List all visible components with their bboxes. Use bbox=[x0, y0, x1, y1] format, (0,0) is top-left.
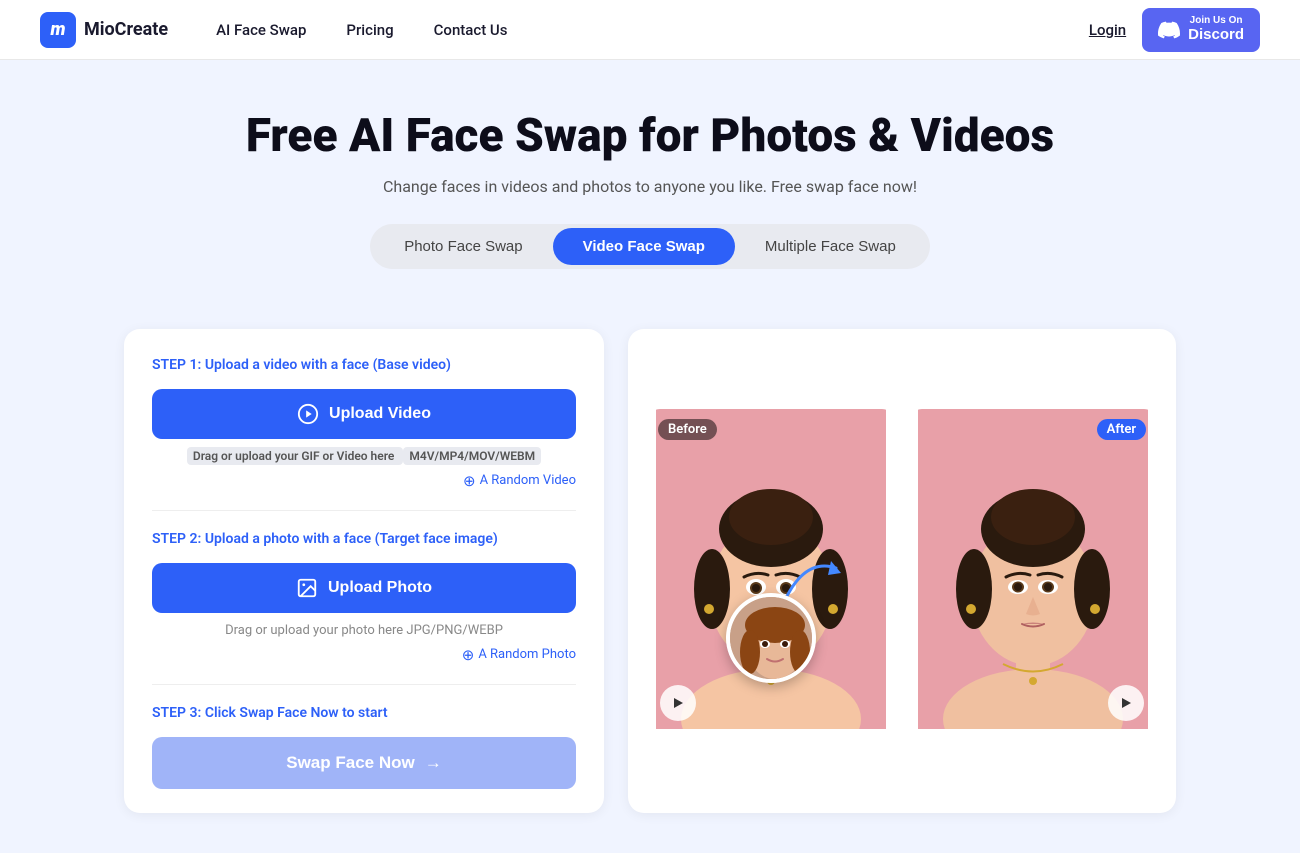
login-link[interactable]: Login bbox=[1089, 21, 1126, 39]
random-photo-link[interactable]: ⊕ A Random Photo bbox=[152, 646, 576, 664]
upload-photo-button[interactable]: Upload Photo bbox=[152, 563, 576, 613]
upload-video-label: Upload Video bbox=[329, 405, 431, 423]
upload-video-button[interactable]: Upload Video bbox=[152, 389, 576, 439]
step2-text: Upload a photo with a face (Target face … bbox=[205, 531, 498, 547]
before-image-card: Before bbox=[648, 409, 894, 733]
play-button-before[interactable] bbox=[660, 685, 696, 721]
swap-overlay-inner bbox=[726, 593, 816, 683]
step1-prefix: STEP 1: bbox=[152, 357, 201, 373]
drag-text-photo: Drag or upload your photo here JPG/PNG/W… bbox=[152, 623, 576, 638]
before-badge: Before bbox=[658, 419, 717, 440]
small-face-circle bbox=[726, 593, 816, 683]
step2-label: STEP 2: Upload a photo with a face (Targ… bbox=[152, 531, 576, 547]
random-video-icon: ⊕ bbox=[463, 472, 476, 490]
nav-ai-face-swap[interactable]: AI Face Swap bbox=[216, 21, 306, 39]
tab-photo-face-swap[interactable]: Photo Face Swap bbox=[374, 228, 552, 265]
random-video-label: A Random Video bbox=[480, 473, 576, 488]
swap-btn-label: Swap Face Now bbox=[286, 753, 414, 773]
after-image-card: After bbox=[910, 409, 1156, 733]
main-nav: AI Face Swap Pricing Contact Us bbox=[216, 21, 1089, 39]
drag-text-prefix: Drag or upload your GIF or Video here bbox=[187, 447, 403, 465]
right-panel: Before bbox=[628, 329, 1176, 813]
random-photo-icon: ⊕ bbox=[462, 646, 475, 664]
step3-label: STEP 3: Click Swap Face Now to start bbox=[152, 705, 576, 721]
logo-text: MioCreate bbox=[84, 19, 168, 40]
tabs-row: Photo Face Swap Video Face Swap Multiple… bbox=[370, 224, 930, 269]
hero-section: Free AI Face Swap for Photos & Videos Ch… bbox=[0, 60, 1300, 329]
upload-video-icon bbox=[297, 403, 319, 425]
random-video-link[interactable]: ⊕ A Random Video bbox=[152, 472, 576, 490]
play-icon-after bbox=[1119, 696, 1133, 710]
play-icon-before bbox=[671, 696, 685, 710]
tab-video-face-swap[interactable]: Video Face Swap bbox=[553, 228, 735, 265]
header: m MioCreate AI Face Swap Pricing Contact… bbox=[0, 0, 1300, 60]
discord-label-wrap: Join Us On Discord bbox=[1188, 16, 1244, 44]
hero-title: Free AI Face Swap for Photos & Videos bbox=[20, 110, 1280, 163]
nav-pricing[interactable]: Pricing bbox=[346, 21, 393, 39]
after-portrait bbox=[910, 409, 1156, 729]
discord-main-text: Discord bbox=[1188, 26, 1244, 44]
step3-prefix: STEP 3: bbox=[152, 705, 201, 721]
logo-icon: m bbox=[40, 12, 76, 48]
left-panel: STEP 1: Upload a video with a face (Base… bbox=[124, 329, 604, 813]
drag-formats: M4V/MP4/MOV/WEBM bbox=[403, 447, 541, 465]
step-divider-1 bbox=[152, 510, 576, 511]
before-after-preview: Before bbox=[648, 409, 1156, 733]
nav-contact-us[interactable]: Contact Us bbox=[434, 21, 508, 39]
step-divider-2 bbox=[152, 684, 576, 685]
drag-text-video: Drag or upload your GIF or Video here M4… bbox=[152, 449, 576, 464]
step1-text: Upload a video with a face (Base video) bbox=[205, 357, 451, 373]
random-photo-label: A Random Photo bbox=[478, 647, 576, 662]
discord-button[interactable]: Join Us On Discord bbox=[1142, 8, 1260, 52]
header-right: Login Join Us On Discord bbox=[1089, 8, 1260, 52]
discord-top-text: Join Us On bbox=[1188, 16, 1244, 26]
after-badge: After bbox=[1097, 419, 1146, 440]
logo-link[interactable]: m MioCreate bbox=[40, 12, 168, 48]
step1-label: STEP 1: Upload a video with a face (Base… bbox=[152, 357, 576, 373]
main-content: STEP 1: Upload a video with a face (Base… bbox=[100, 329, 1200, 853]
swap-overlay bbox=[726, 593, 816, 683]
swap-face-now-button[interactable]: Swap Face Now → bbox=[152, 737, 576, 789]
upload-photo-icon bbox=[296, 577, 318, 599]
tab-multiple-face-swap[interactable]: Multiple Face Swap bbox=[735, 228, 926, 265]
upload-photo-label: Upload Photo bbox=[328, 579, 432, 597]
step2-prefix: STEP 2: bbox=[152, 531, 201, 547]
play-button-after[interactable] bbox=[1108, 685, 1144, 721]
small-face-portrait bbox=[730, 597, 816, 683]
swap-btn-arrow: → bbox=[425, 753, 442, 773]
hero-subtitle: Change faces in videos and photos to any… bbox=[20, 177, 1280, 196]
discord-icon bbox=[1158, 19, 1180, 41]
step3-text: Click Swap Face Now to start bbox=[205, 705, 388, 721]
